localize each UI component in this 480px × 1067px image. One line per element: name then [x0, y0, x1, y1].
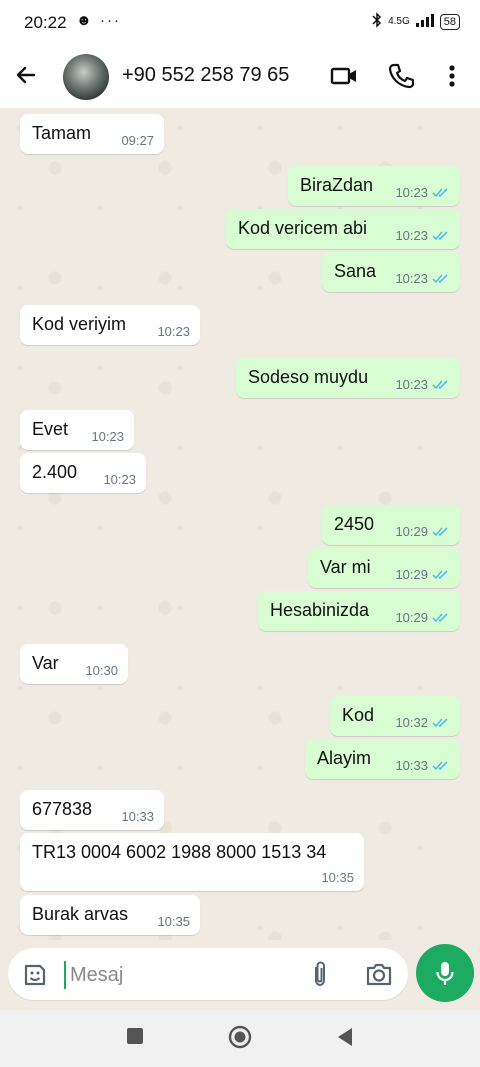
message-bubble[interactable]: Kod 10:32: [330, 696, 460, 736]
message-text: Kod veriyim: [32, 314, 127, 334]
message-bubble[interactable]: Alayim 10:33: [305, 739, 460, 779]
camera-icon: [366, 963, 392, 986]
double-check-icon: [432, 761, 448, 771]
message-time: 10:23: [103, 472, 136, 487]
message-bubble[interactable]: Kod veriyim 10:23: [20, 305, 200, 345]
message-time: 10:33: [395, 758, 450, 773]
message-text: 2450: [334, 514, 375, 534]
double-check-icon: [432, 274, 448, 284]
video-call-button[interactable]: [330, 62, 358, 95]
message-text: Burak arvas: [32, 904, 129, 924]
sticker-icon: [24, 964, 46, 986]
message-text: Sodeso muydu: [248, 367, 369, 387]
message-bubble[interactable]: Hesabinizda 10:29: [258, 591, 460, 631]
message-time: 10:32: [395, 715, 450, 730]
message-time: 10:23: [395, 271, 450, 286]
message-time: 10:33: [121, 809, 154, 824]
camera-button[interactable]: [365, 961, 393, 992]
message-composer: [8, 948, 408, 1000]
arrow-left-icon: [16, 66, 36, 84]
message-time: 10:23: [395, 185, 450, 200]
signal-icon: [415, 13, 434, 30]
menu-button[interactable]: [446, 62, 458, 95]
message-text: Var mi: [320, 557, 371, 577]
double-check-icon: [432, 613, 448, 623]
contact-name[interactable]: +90 552 258 79 65: [122, 64, 289, 87]
message-text: Tamam: [32, 123, 92, 143]
message-text: Evet: [32, 419, 69, 439]
attach-button[interactable]: [308, 960, 332, 993]
message-bubble[interactable]: BiraZdan 10:23: [288, 166, 460, 206]
double-check-icon: [432, 527, 448, 537]
message-text: TR13 0004 6002 1988 8000 1513 34: [32, 842, 327, 862]
message-bubble[interactable]: Sodeso muydu 10:23: [236, 358, 460, 398]
message-bubble[interactable]: 677838 10:33: [20, 790, 164, 830]
double-check-icon: [432, 380, 448, 390]
more-vert-icon: [449, 65, 455, 87]
message-input[interactable]: [64, 961, 292, 989]
message-bubble[interactable]: Tamam 09:27: [20, 114, 164, 154]
message-time: 10:29: [395, 524, 450, 539]
status-bar: 20:22 ☻ ··· 4.5G 58: [0, 0, 480, 46]
avatar[interactable]: [63, 54, 109, 100]
square-icon: [127, 1028, 143, 1044]
message-time: 10:35: [321, 870, 354, 885]
recent-apps-button[interactable]: [126, 1027, 144, 1050]
status-time: 20:22: [24, 13, 67, 32]
message-bubble[interactable]: Burak arvas 10:35: [20, 895, 200, 935]
video-camera-icon: [330, 67, 356, 85]
message-bubble[interactable]: Kod vericem abi 10:23: [226, 209, 460, 249]
double-check-icon: [432, 570, 448, 580]
phone-icon: [388, 63, 415, 89]
paperclip-icon: [315, 961, 325, 987]
message-text: Var: [32, 653, 59, 673]
message-bubble[interactable]: 2.400 10:23: [20, 453, 146, 493]
battery-icon: 58: [439, 13, 460, 30]
message-bubble[interactable]: Var mi 10:29: [308, 548, 460, 588]
triangle-back-icon: [338, 1028, 352, 1046]
message-text: Kod vericem abi: [238, 218, 368, 238]
message-text: Kod: [342, 705, 375, 725]
message-text: BiraZdan: [300, 175, 374, 195]
chat-area[interactable]: Tamam 09:27 BiraZdan 10:23 Kod vericem a…: [0, 108, 480, 940]
status-right-icons: 4.5G 58: [372, 12, 460, 31]
message-time: 10:29: [395, 567, 450, 582]
message-time: 10:23: [395, 377, 450, 392]
message-time: 10:29: [395, 610, 450, 625]
message-text: 677838: [32, 799, 93, 819]
message-time: 10:35: [157, 914, 190, 929]
double-check-icon: [432, 231, 448, 241]
system-nav-bar: [0, 1010, 480, 1067]
network-type: 4.5G: [388, 16, 410, 27]
message-bubble[interactable]: TR13 0004 6002 1988 8000 1513 34 10:35: [20, 833, 364, 891]
voice-call-button[interactable]: [388, 62, 415, 95]
status-notification-icons: ☻ ···: [76, 12, 121, 29]
message-bubble[interactable]: Var 10:30: [20, 644, 128, 684]
message-time: 10:23: [91, 429, 124, 444]
composer-bar: [0, 940, 480, 1010]
double-check-icon: [432, 188, 448, 198]
message-text: Hesabinizda: [270, 600, 370, 620]
message-time: 10:23: [157, 324, 190, 339]
bluetooth-icon: [372, 12, 382, 31]
message-bubble[interactable]: 2450 10:29: [322, 505, 460, 545]
sticker-button[interactable]: [22, 962, 48, 993]
voice-message-button[interactable]: [416, 944, 474, 1002]
message-bubble[interactable]: Evet 10:23: [20, 410, 134, 450]
message-time: 10:30: [85, 663, 118, 678]
message-text: Alayim: [317, 748, 372, 768]
message-time: 09:27: [121, 133, 154, 148]
circle-icon: [228, 1025, 252, 1049]
message-bubble[interactable]: Sana 10:23: [322, 252, 460, 292]
message-text: 2.400: [32, 462, 78, 482]
home-button[interactable]: [228, 1025, 252, 1054]
double-check-icon: [432, 718, 448, 728]
microphone-icon: [436, 962, 454, 985]
back-nav-button[interactable]: [336, 1027, 354, 1052]
message-time: 10:23: [395, 228, 450, 243]
back-button[interactable]: [14, 59, 38, 94]
chat-header: +90 552 258 79 65: [0, 46, 480, 108]
message-text: Sana: [334, 261, 377, 281]
